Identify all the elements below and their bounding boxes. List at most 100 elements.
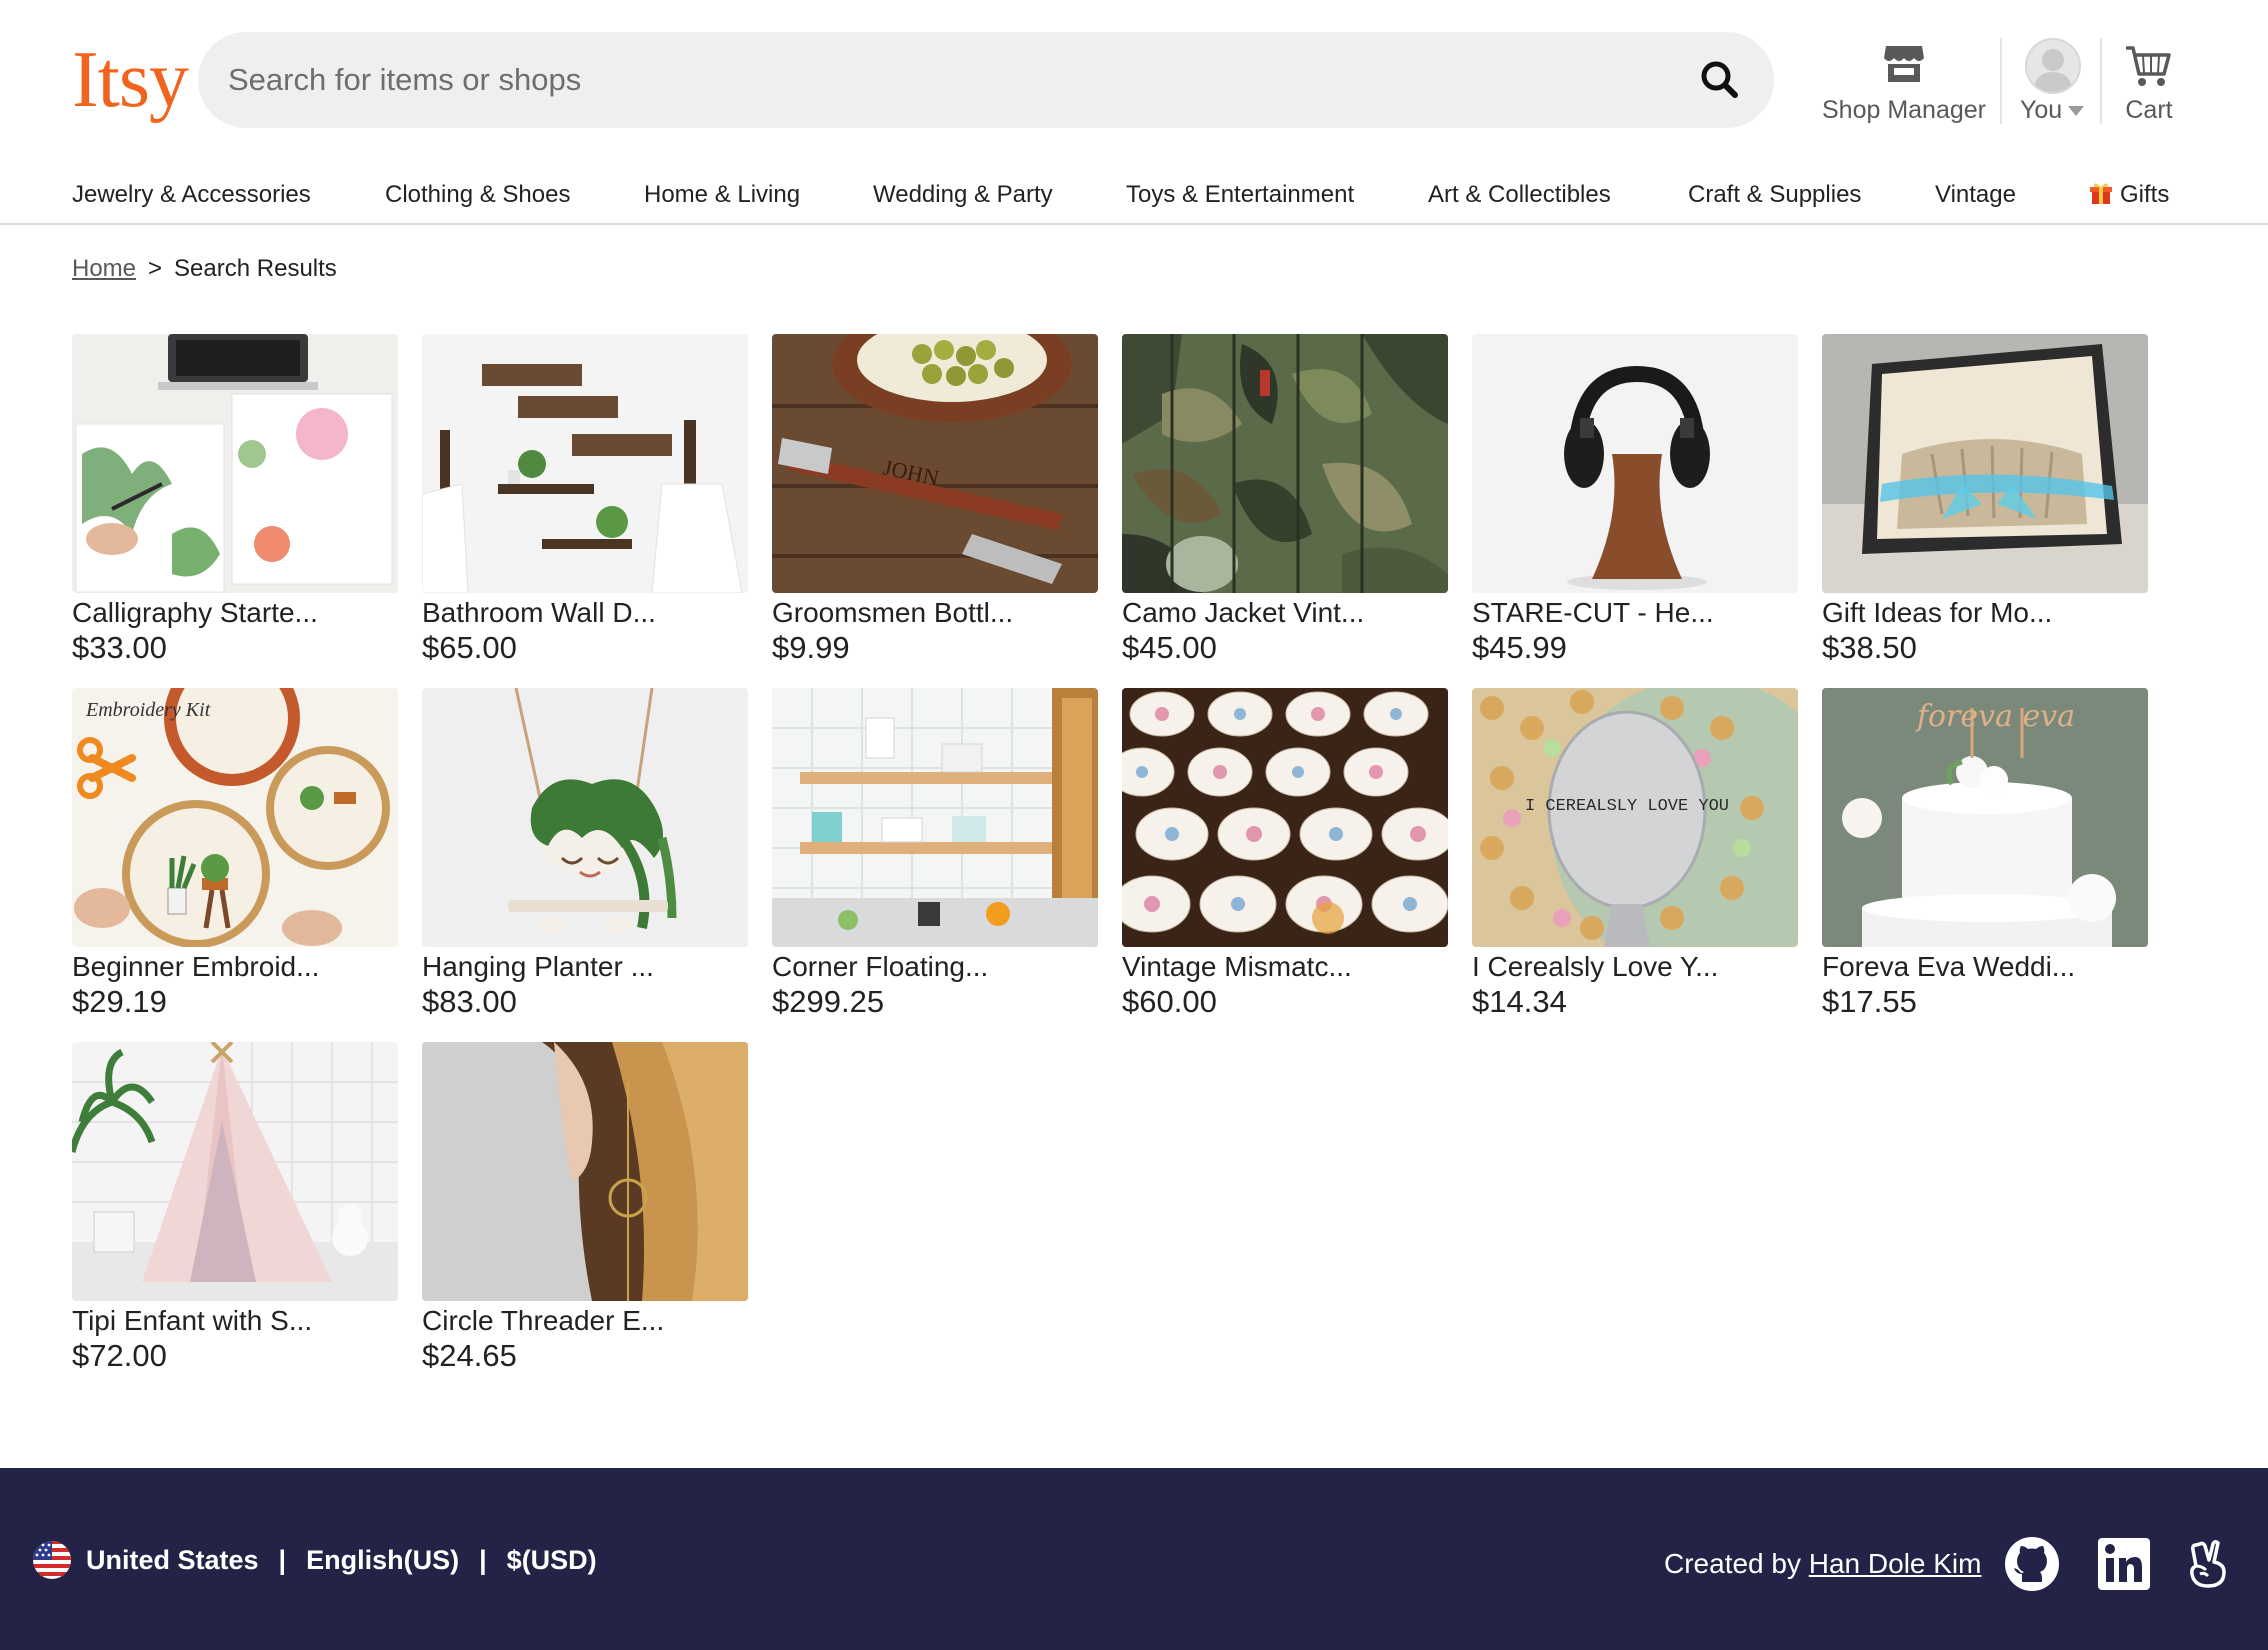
product-card[interactable]: Calligraphy Starte... $33.00 bbox=[72, 334, 398, 688]
category-clothing[interactable]: Clothing & Shoes bbox=[385, 180, 570, 210]
search-icon bbox=[1701, 61, 1738, 98]
us-flag-icon bbox=[33, 1541, 71, 1579]
category-art[interactable]: Art & Collectibles bbox=[1428, 180, 1611, 210]
product-price: $9.99 bbox=[772, 630, 850, 665]
shop-manager-label: Shop Manager bbox=[1821, 96, 1986, 124]
product-card[interactable]: Tipi Enfant with S... $72.00 bbox=[72, 1042, 398, 1396]
avatar bbox=[2025, 38, 2081, 94]
product-title: Bathroom Wall D... bbox=[422, 597, 656, 628]
breadcrumb-current: Search Results bbox=[174, 255, 337, 282]
product-card[interactable]: I CEREALSLY LOVE YOU I Cerealsly Love Y.… bbox=[1472, 688, 1798, 1042]
product-price: $60.00 bbox=[1122, 984, 1217, 1019]
search-input[interactable] bbox=[228, 32, 1668, 128]
cart-button[interactable]: Cart bbox=[2114, 36, 2184, 136]
camo-jackets-image bbox=[1122, 334, 1448, 593]
category-gifts-label: Gifts bbox=[2120, 181, 2170, 208]
floating-shelves-image bbox=[772, 688, 1098, 947]
category-toys[interactable]: Toys & Entertainment bbox=[1126, 180, 1354, 210]
product-price: $83.00 bbox=[422, 984, 517, 1019]
product-price: $65.00 bbox=[422, 630, 517, 665]
product-title: Groomsmen Bottl... bbox=[772, 597, 1014, 628]
shop-manager-button[interactable]: Shop Manager bbox=[1816, 36, 1992, 136]
search-bar bbox=[198, 32, 1774, 128]
category-wedding[interactable]: Wedding & Party bbox=[873, 180, 1053, 210]
cake-topper-image: foreva eva bbox=[1822, 688, 2148, 947]
teacups-image bbox=[1122, 688, 1448, 947]
locale-settings-button[interactable]: United States | English(US) | $(USD) bbox=[32, 1538, 597, 1582]
breadcrumb-separator: > bbox=[148, 255, 163, 282]
language-label: English(US) bbox=[306, 1544, 460, 1575]
calligraphy-kit-image bbox=[72, 334, 398, 593]
product-card[interactable]: Camo Jacket Vint... $45.00 bbox=[1122, 334, 1448, 688]
product-card[interactable]: Hanging Planter ... $83.00 bbox=[422, 688, 748, 1042]
product-card[interactable]: Bathroom Wall D... $65.00 bbox=[422, 334, 748, 688]
product-title: Circle Threader E... bbox=[422, 1305, 665, 1336]
product-title: Calligraphy Starte... bbox=[72, 597, 318, 628]
category-jewelry[interactable]: Jewelry & Accessories bbox=[72, 180, 311, 210]
bathroom-shelves-image bbox=[422, 334, 748, 593]
bottle-opener-image: JOHN bbox=[772, 334, 1098, 593]
product-card[interactable]: Gift Ideas for Mo... $38.50 bbox=[1822, 334, 2148, 688]
spoon-engraving: I CEREALSLY LOVE YOU bbox=[1525, 797, 1729, 816]
product-title: Beginner Embroid... bbox=[72, 951, 320, 982]
folded-book-image bbox=[1822, 334, 2148, 593]
category-vintage[interactable]: Vintage bbox=[1935, 180, 2016, 210]
product-title: Camo Jacket Vint... bbox=[1122, 597, 1365, 628]
breadcrumb-home-link[interactable]: Home bbox=[72, 255, 136, 282]
github-icon bbox=[2005, 1537, 2059, 1591]
site-footer: United States | English(US) | $(USD) Cre… bbox=[0, 1468, 2268, 1650]
product-grid: Calligraphy Starte... $33.00 Bathroom Wa… bbox=[72, 334, 2172, 1396]
product-card[interactable]: Corner Floating... $299.25 bbox=[772, 688, 1098, 1042]
linkedin-icon bbox=[2098, 1538, 2150, 1590]
site-logo[interactable]: Itsy bbox=[72, 34, 189, 126]
product-title: Vintage Mismatc... bbox=[1122, 951, 1352, 982]
angellist-icon bbox=[2190, 1539, 2226, 1588]
category-craft[interactable]: Craft & Supplies bbox=[1688, 180, 1861, 210]
product-card[interactable]: Embroidery Kit Beginner Embroid... $29.1… bbox=[72, 688, 398, 1042]
storefront-icon bbox=[1884, 46, 1924, 82]
shopping-cart-icon bbox=[2126, 46, 2171, 86]
category-home[interactable]: Home & Living bbox=[644, 180, 800, 210]
product-price: $45.00 bbox=[1122, 630, 1217, 665]
product-price: $38.50 bbox=[1822, 630, 1917, 665]
cart-label: Cart bbox=[2125, 96, 2173, 124]
product-card[interactable]: STARE-CUT - He... $45.99 bbox=[1472, 334, 1798, 688]
breadcrumb: Home > Search Results bbox=[72, 254, 337, 284]
creator-credit: Created by Han Dole Kim bbox=[1664, 1544, 1981, 1584]
product-card[interactable]: Vintage Mismatc... $60.00 bbox=[1122, 688, 1448, 1042]
product-price: $299.25 bbox=[772, 984, 885, 1019]
product-title: Tipi Enfant with S... bbox=[72, 1305, 313, 1336]
threader-earring-image bbox=[422, 1042, 748, 1301]
product-price: $17.55 bbox=[1822, 984, 1917, 1019]
product-price: $72.00 bbox=[72, 1338, 167, 1373]
product-price: $33.00 bbox=[72, 630, 167, 665]
embroidery-kit-image: Embroidery Kit bbox=[72, 688, 398, 947]
product-price: $14.34 bbox=[1472, 984, 1567, 1019]
product-card[interactable]: Circle Threader E... $24.65 bbox=[422, 1042, 748, 1396]
angellist-link[interactable] bbox=[2180, 1536, 2236, 1592]
product-title: Foreva Eva Weddi... bbox=[1822, 951, 2076, 982]
header-divider bbox=[2000, 38, 2002, 124]
footer-divider: | bbox=[278, 1544, 287, 1575]
linkedin-link[interactable] bbox=[2096, 1536, 2152, 1592]
product-price: $24.65 bbox=[422, 1338, 517, 1373]
creator-link[interactable]: Han Dole Kim bbox=[1809, 1548, 1982, 1579]
github-link[interactable] bbox=[2004, 1536, 2060, 1592]
embroidery-kit-text: Embroidery Kit bbox=[85, 699, 211, 721]
stamped-spoon-image: I CEREALSLY LOVE YOU bbox=[1472, 688, 1798, 947]
country-label: United States bbox=[86, 1544, 259, 1575]
product-price: $29.19 bbox=[72, 984, 167, 1019]
user-avatar-icon bbox=[2033, 49, 2073, 92]
search-button[interactable] bbox=[1696, 56, 1744, 104]
cake-topper-script: foreva eva bbox=[1915, 699, 2075, 734]
product-title: STARE-CUT - He... bbox=[1472, 597, 1714, 628]
site-header: Itsy Shop Manager You bbox=[0, 0, 2268, 160]
account-menu-button[interactable]: You bbox=[2010, 36, 2096, 136]
tipi-tent-image bbox=[72, 1042, 398, 1301]
currency-label: $(USD) bbox=[506, 1544, 597, 1575]
product-card[interactable]: JOHN Groomsmen Bottl... $9.99 bbox=[772, 334, 1098, 688]
product-card[interactable]: foreva eva Foreva Eva Weddi... $17.55 bbox=[1822, 688, 2148, 1042]
header-divider bbox=[2100, 38, 2102, 124]
product-price: $45.99 bbox=[1472, 630, 1567, 665]
category-gifts[interactable]: Gifts bbox=[2090, 180, 2169, 210]
